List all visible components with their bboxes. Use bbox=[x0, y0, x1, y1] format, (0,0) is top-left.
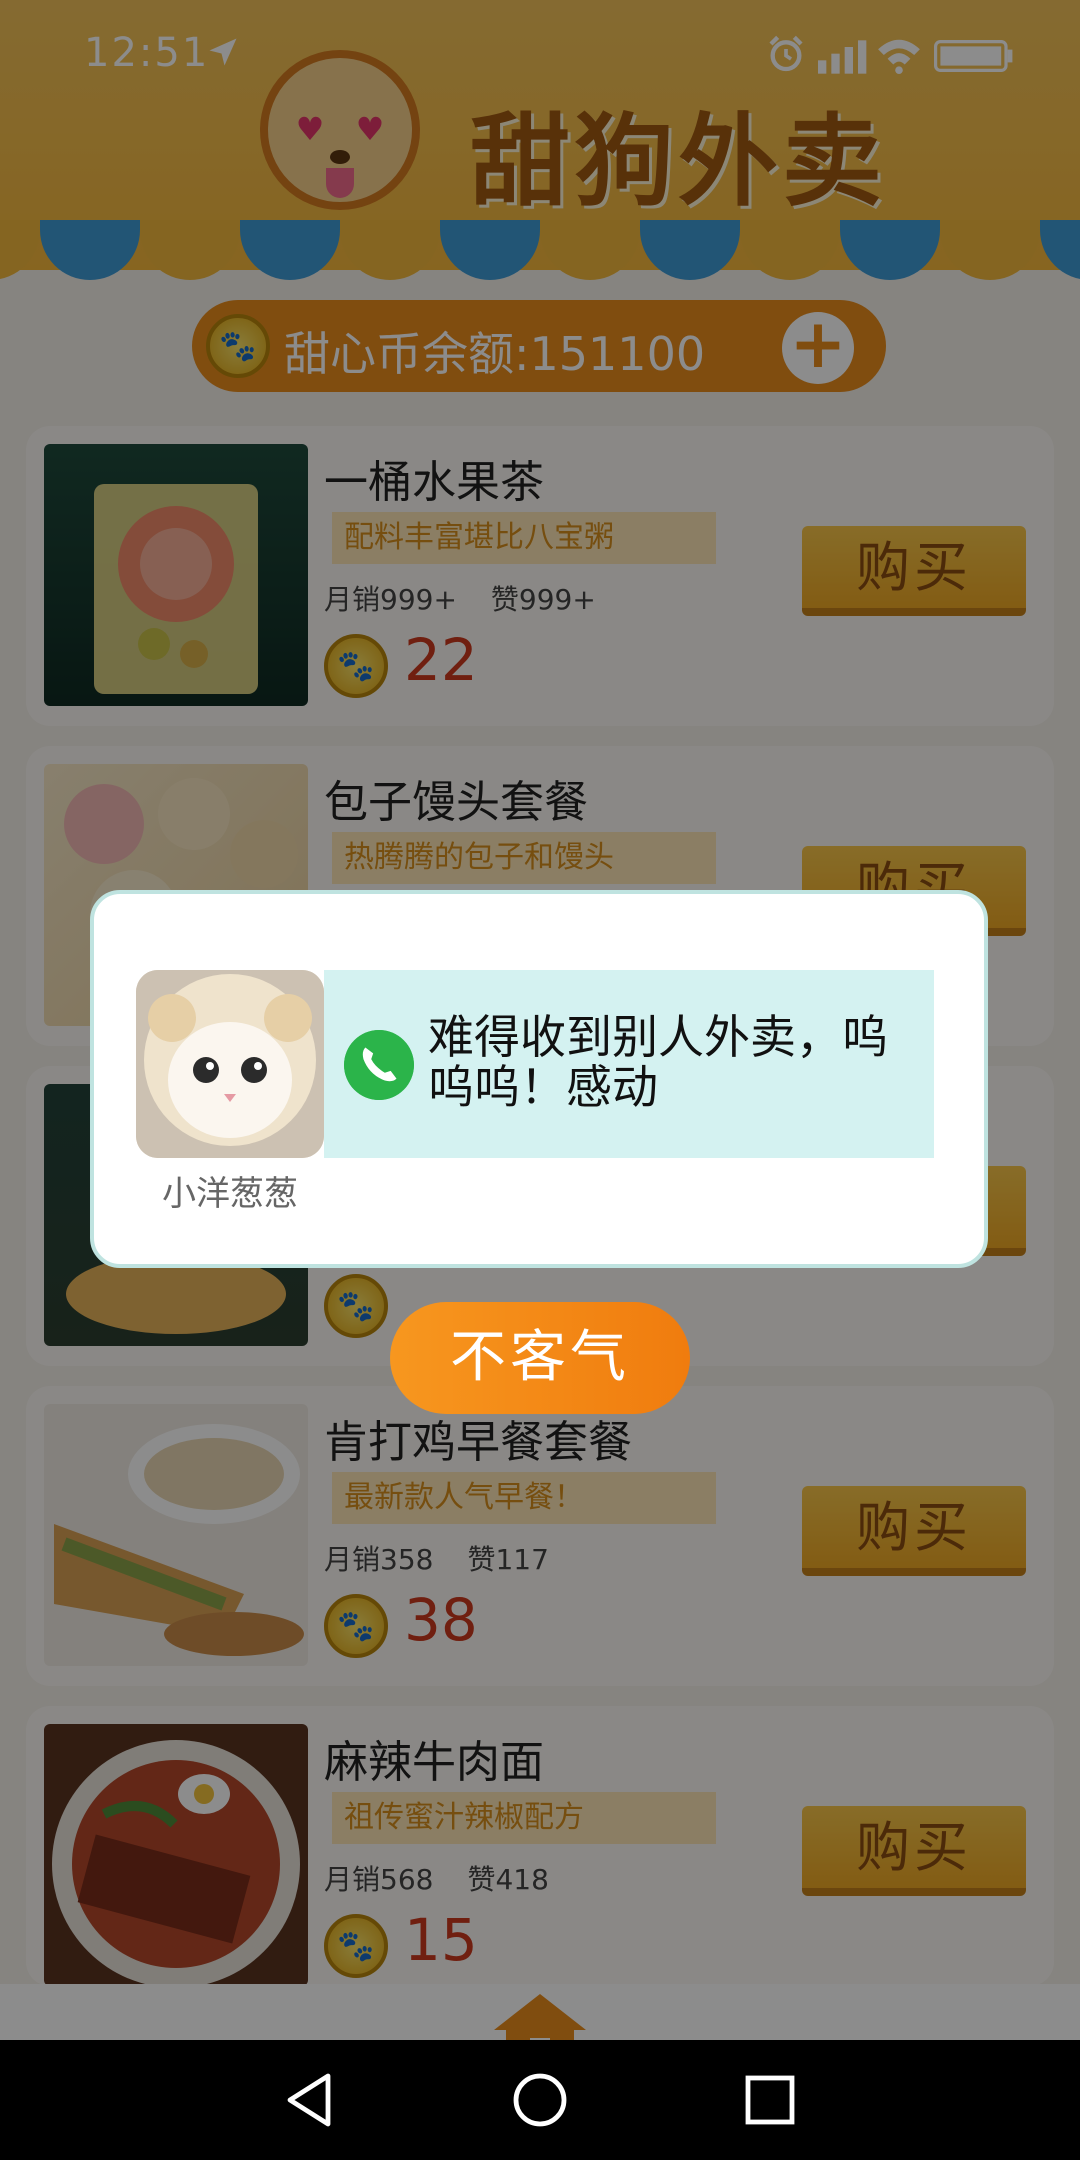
phone-icon bbox=[344, 1030, 414, 1100]
confirm-button[interactable]: 不客气 bbox=[390, 1302, 690, 1414]
message-text: 难得收到别人外卖，呜呜呜！感动 bbox=[428, 1010, 888, 1114]
back-icon[interactable] bbox=[280, 2070, 340, 2130]
recents-icon[interactable] bbox=[740, 2070, 800, 2130]
avatar bbox=[136, 970, 324, 1158]
sender-name: 小洋葱葱 bbox=[162, 1174, 298, 1214]
home-nav-icon[interactable] bbox=[510, 2070, 570, 2130]
